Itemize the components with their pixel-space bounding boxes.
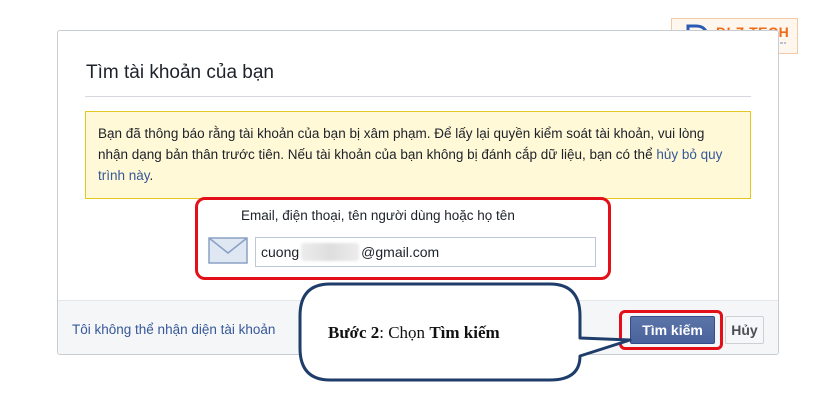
- cancel-button[interactable]: Hủy: [725, 316, 764, 344]
- cant-identify-account-link[interactable]: Tôi không thể nhận diện tài khoản: [72, 322, 275, 337]
- callout-separator: : Chọn: [379, 323, 430, 342]
- dialog-title: Tìm tài khoản của bạn: [86, 62, 274, 83]
- search-input[interactable]: cuong @gmail.com: [255, 237, 596, 267]
- redacted-mask: [301, 243, 360, 261]
- callout-action: Tìm kiếm: [429, 323, 500, 342]
- notice-text: Bạn đã thông báo rằng tài khoản của bạn …: [98, 126, 705, 162]
- callout-text: Bước 2: Chọn Tìm kiếm: [328, 323, 500, 343]
- search-label: Email, điện thoại, tên người dùng hoặc h…: [241, 208, 515, 223]
- notice-box: Bạn đã thông báo rằng tài khoản của bạn …: [85, 111, 751, 199]
- envelope-icon: [208, 237, 248, 264]
- notice-end: .: [149, 168, 154, 183]
- search-value-suffix: @gmail.com: [361, 244, 440, 260]
- title-divider: [85, 96, 751, 97]
- search-button[interactable]: Tìm kiếm: [630, 316, 715, 344]
- search-value-prefix: cuong: [261, 244, 300, 260]
- callout-step: Bước 2: [328, 323, 380, 342]
